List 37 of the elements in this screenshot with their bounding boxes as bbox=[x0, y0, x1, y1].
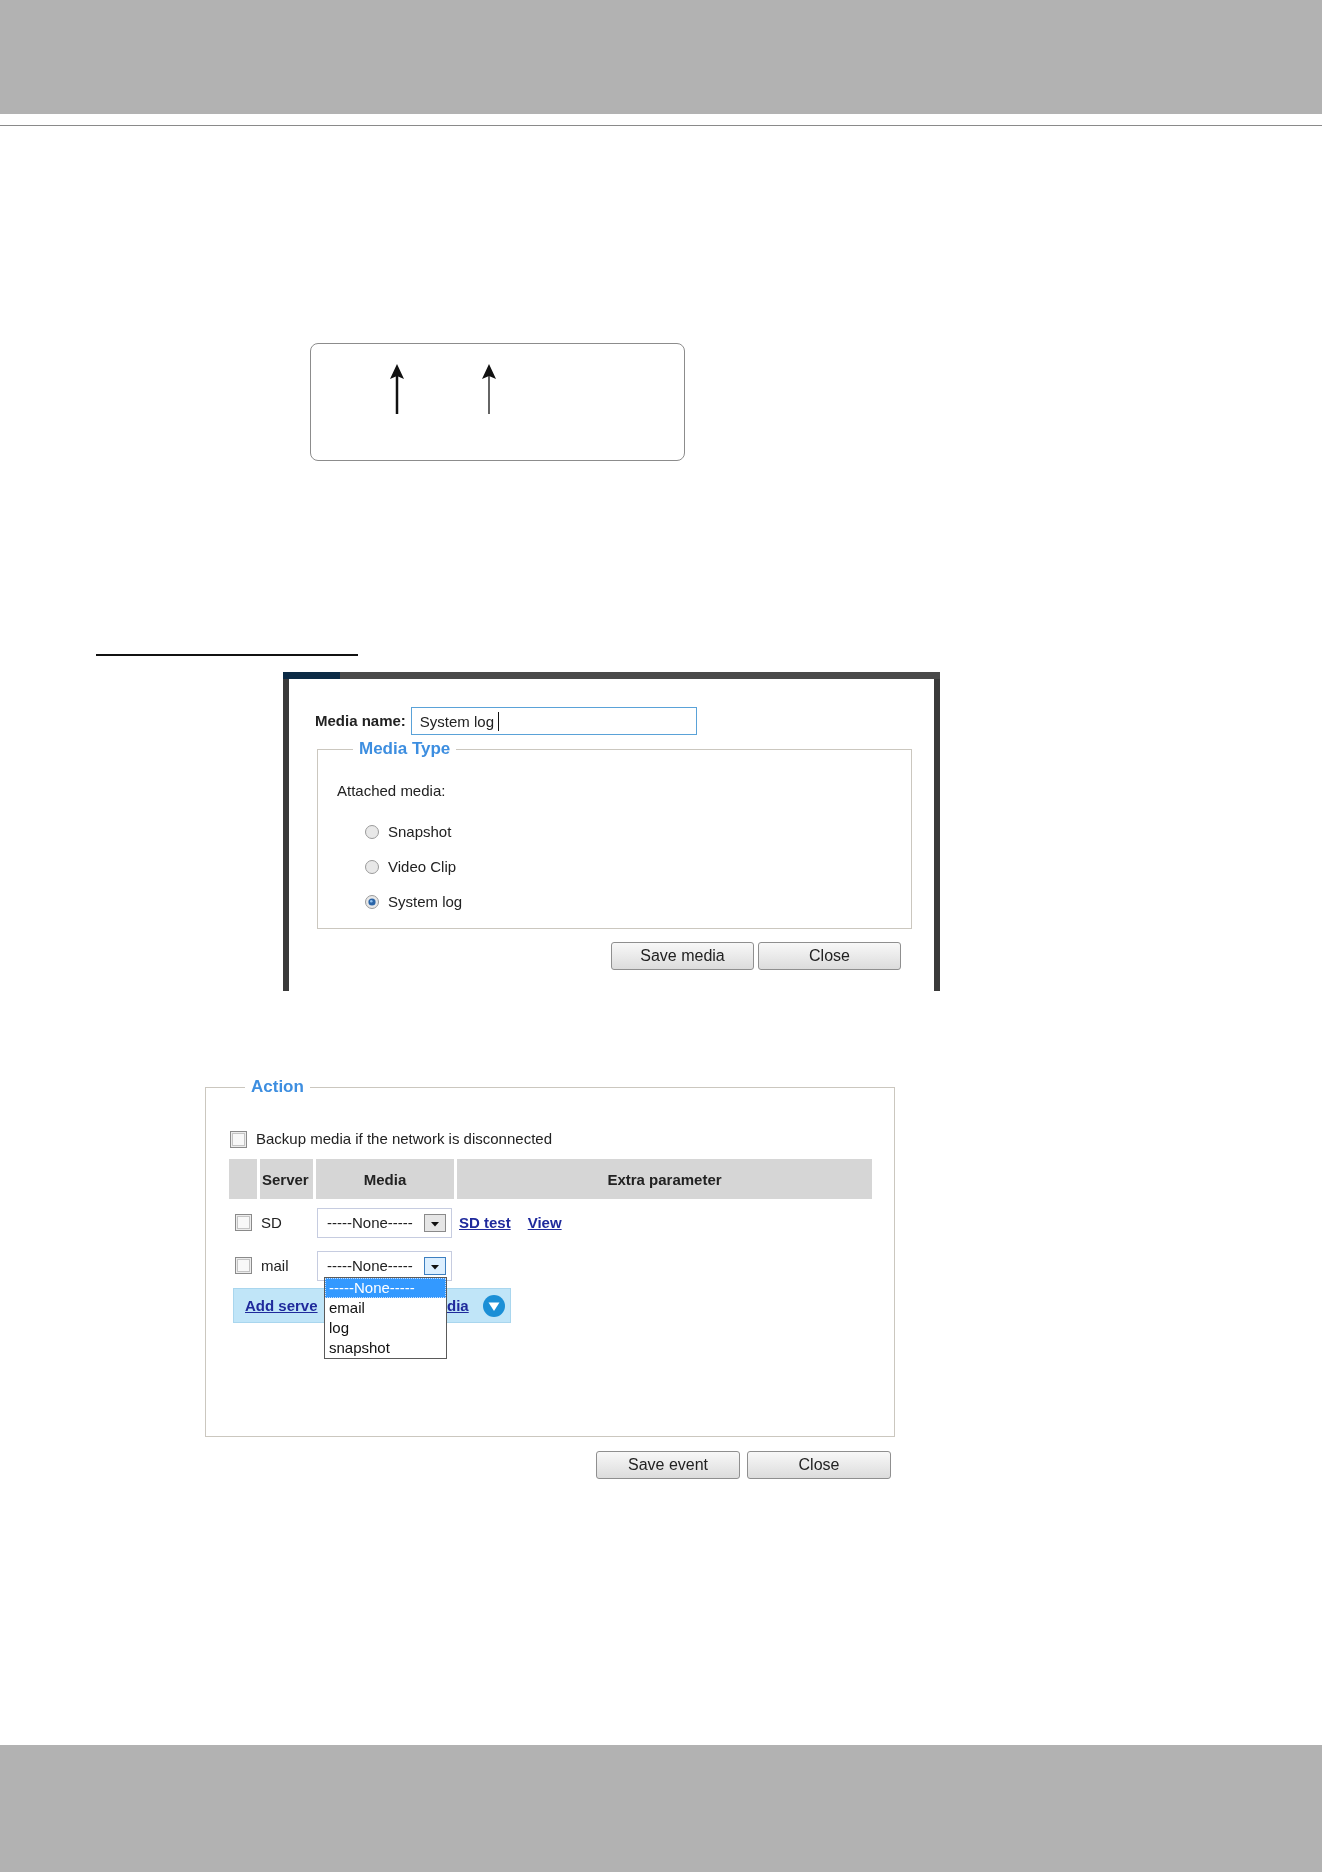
up-arrow-icon bbox=[481, 364, 497, 414]
media-name-field[interactable]: System log bbox=[410, 707, 697, 735]
section-title: Media Type bbox=[358, 740, 452, 758]
section-title: Action bbox=[250, 1078, 305, 1096]
checkbox[interactable] bbox=[235, 1257, 252, 1274]
radio-button[interactable] bbox=[365, 824, 379, 839]
caret-icon[interactable] bbox=[424, 1256, 446, 1275]
checkbox[interactable] bbox=[230, 1130, 247, 1148]
up-arrow-icon bbox=[389, 364, 405, 414]
field-label: Media name: bbox=[315, 712, 406, 730]
close-button[interactable]: Close bbox=[747, 1451, 891, 1479]
column-header: Server bbox=[260, 1159, 313, 1199]
text-cursor-icon bbox=[498, 711, 500, 731]
caret-icon[interactable] bbox=[424, 1213, 446, 1232]
column-header bbox=[229, 1159, 257, 1199]
text-link[interactable]: dia bbox=[447, 1296, 469, 1315]
media-dropdown[interactable]: -----None----- bbox=[317, 1250, 452, 1281]
option-label[interactable]: Video Clip bbox=[388, 857, 457, 876]
column-header: Media bbox=[316, 1159, 454, 1199]
close-button[interactable]: Close bbox=[758, 942, 901, 970]
save-button[interactable]: Save media bbox=[611, 942, 754, 970]
radio-button[interactable] bbox=[365, 894, 379, 909]
option-label[interactable]: Snapshot bbox=[388, 822, 452, 841]
table-cell: mail bbox=[261, 1256, 289, 1275]
down-arrow-circle-icon[interactable] bbox=[482, 1294, 505, 1317]
column-header: Extra parameter bbox=[457, 1159, 872, 1199]
checkbox-label[interactable]: Backup media if the network is disconnected bbox=[256, 1130, 552, 1148]
text-link[interactable]: SD test bbox=[459, 1213, 511, 1232]
option-label[interactable]: System log bbox=[388, 892, 463, 911]
radio-button[interactable] bbox=[365, 859, 379, 874]
checkbox[interactable] bbox=[235, 1214, 252, 1231]
text-link[interactable]: View bbox=[527, 1213, 562, 1232]
prompt-text: Attached media: bbox=[337, 782, 447, 800]
table-cell: SD bbox=[261, 1213, 282, 1232]
text-link[interactable]: Add serve bbox=[245, 1296, 318, 1315]
save-button[interactable]: Save event bbox=[596, 1451, 740, 1479]
media-dropdown[interactable]: -----None----- bbox=[317, 1207, 452, 1238]
